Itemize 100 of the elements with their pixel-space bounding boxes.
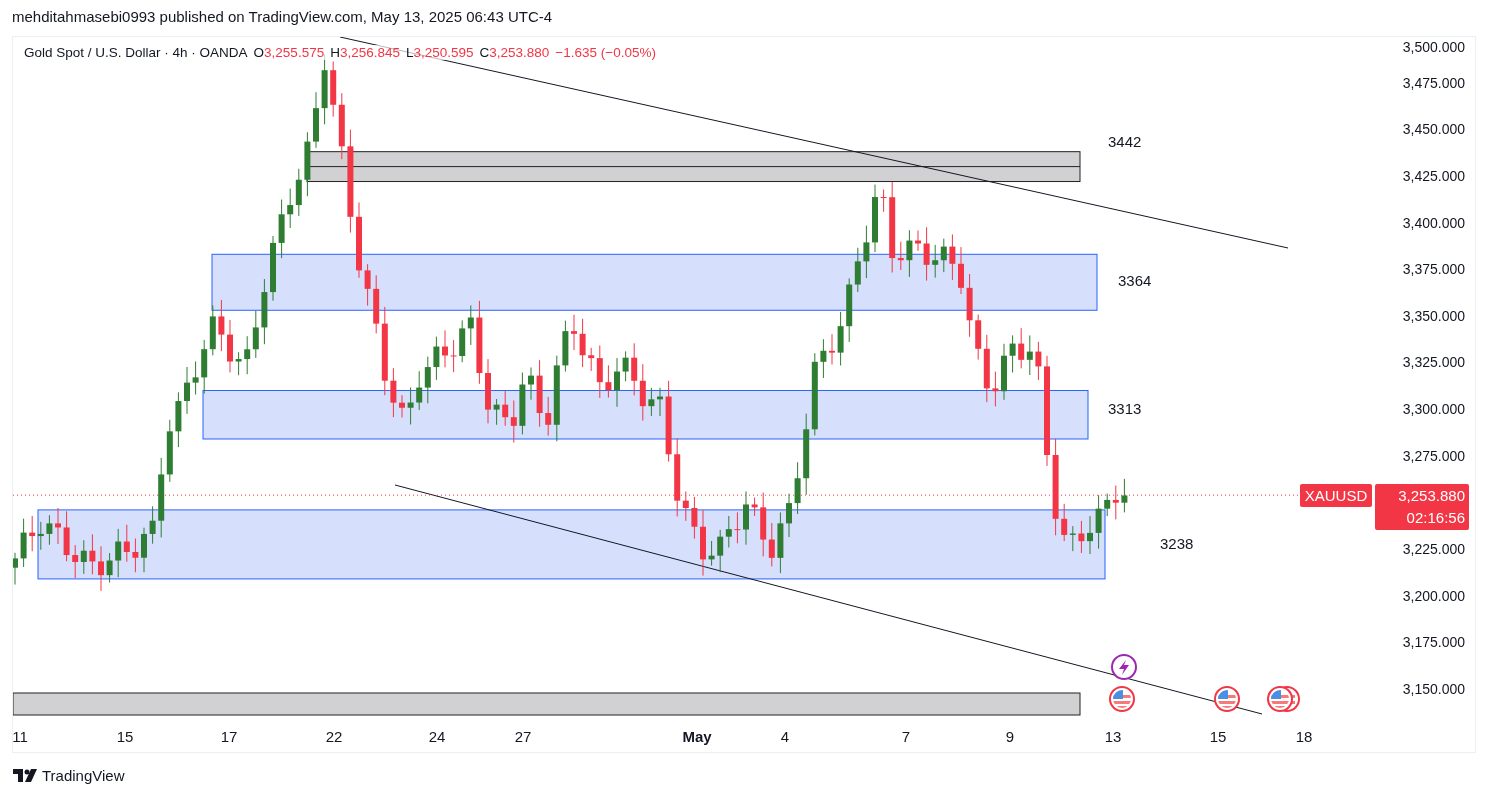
price-axis-label: 3,350.000 bbox=[1402, 307, 1465, 324]
zone-label: 3313 bbox=[1108, 400, 1142, 417]
candle bbox=[794, 461, 801, 515]
candle bbox=[89, 533, 96, 575]
candle bbox=[192, 360, 199, 396]
time-axis-label: 27 bbox=[514, 728, 532, 745]
ohlc-value: L3,250.595 bbox=[405, 45, 474, 60]
candle bbox=[923, 226, 930, 282]
time-axis-label: 7 bbox=[901, 728, 911, 745]
candle bbox=[106, 552, 113, 584]
candle bbox=[493, 398, 500, 426]
candle bbox=[1009, 334, 1016, 374]
candle bbox=[863, 225, 870, 279]
time-axis-label: 15 bbox=[116, 728, 134, 745]
candle bbox=[390, 367, 397, 418]
stacked-flags-icon[interactable] bbox=[1267, 686, 1300, 712]
candle bbox=[536, 359, 543, 428]
candle bbox=[622, 350, 629, 382]
time-axis-label: May bbox=[682, 728, 712, 745]
candle bbox=[98, 545, 104, 592]
candle bbox=[966, 273, 973, 338]
candle bbox=[141, 527, 147, 573]
candle bbox=[915, 230, 921, 252]
zone-label: 3442 bbox=[1108, 133, 1142, 150]
candle bbox=[278, 199, 285, 259]
candle bbox=[691, 496, 698, 540]
candle bbox=[1087, 515, 1093, 555]
candle bbox=[132, 538, 139, 573]
candle bbox=[46, 514, 53, 546]
flag-icon[interactable] bbox=[1214, 686, 1240, 712]
candle bbox=[700, 509, 706, 577]
candle bbox=[648, 387, 655, 417]
candle bbox=[55, 507, 61, 545]
candle bbox=[562, 320, 569, 373]
candle bbox=[235, 351, 242, 376]
lightning-icon[interactable] bbox=[1111, 654, 1137, 680]
candle bbox=[820, 338, 827, 379]
candle bbox=[949, 233, 956, 281]
candle bbox=[571, 314, 577, 351]
ohlc-value: C3,253.880 bbox=[479, 45, 550, 60]
candle bbox=[614, 357, 620, 408]
candle bbox=[958, 246, 964, 295]
price-tag: 3,253.880 02:16:56 bbox=[1375, 484, 1469, 530]
candle bbox=[399, 394, 405, 418]
candle bbox=[579, 318, 586, 368]
price-axis-label: 3,400.000 bbox=[1402, 214, 1465, 231]
price-axis-label: 3,425.000 bbox=[1402, 167, 1465, 184]
candle bbox=[175, 391, 182, 448]
candle bbox=[1095, 494, 1102, 550]
candle bbox=[364, 263, 371, 307]
candle bbox=[218, 299, 225, 352]
price-axis-label: 3,275.000 bbox=[1402, 447, 1465, 464]
candle bbox=[313, 91, 319, 149]
time-axis-label: 4 bbox=[780, 728, 790, 745]
price-axis-label: 3,225.000 bbox=[1402, 541, 1465, 558]
price-axis-label: 3,450.000 bbox=[1402, 121, 1465, 138]
candle bbox=[708, 540, 715, 567]
candle bbox=[149, 505, 156, 545]
price-axis-label: 3,375.000 bbox=[1402, 261, 1465, 278]
time-axis-label: 17 bbox=[220, 728, 238, 745]
flag-icon[interactable] bbox=[1109, 686, 1135, 712]
candle bbox=[829, 333, 835, 365]
publish-info: mehditahmasebi0993 published on TradingView.com, May 13, 2025 06:43 UTC-4 bbox=[11, 7, 554, 27]
symbol-title: Gold Spot / U.S. Dollar · 4h · OANDA bbox=[24, 45, 248, 60]
time-axis-label: 9 bbox=[1005, 728, 1015, 745]
price-axis-label: 3,475.000 bbox=[1402, 74, 1465, 91]
logo-text: TradingView bbox=[42, 767, 125, 784]
candle bbox=[270, 235, 276, 302]
price-axis-label: 3,200.000 bbox=[1402, 587, 1465, 604]
time-axis-label: 11 bbox=[13, 728, 28, 745]
time-axis-label: 18 bbox=[1295, 728, 1313, 745]
candle bbox=[20, 518, 27, 568]
candle bbox=[872, 184, 878, 253]
trend-line[interactable] bbox=[394, 484, 1263, 715]
candle bbox=[734, 511, 741, 544]
candle bbox=[1035, 341, 1042, 381]
candle bbox=[786, 493, 792, 538]
time-axis-label: 22 bbox=[325, 728, 343, 745]
candle bbox=[657, 387, 663, 417]
price-axis-label: 3,300.000 bbox=[1402, 401, 1465, 418]
candle bbox=[751, 497, 758, 517]
candle bbox=[528, 367, 534, 401]
candle bbox=[906, 229, 913, 278]
price-axis-label: 3,150.000 bbox=[1402, 681, 1465, 697]
candle bbox=[777, 511, 784, 574]
trend-line[interactable] bbox=[339, 37, 1289, 249]
candle bbox=[485, 358, 491, 424]
candle bbox=[227, 319, 233, 373]
price-axis-label: 3,500.000 bbox=[1402, 39, 1465, 55]
ohlc-value: H3,256.845 bbox=[330, 45, 400, 60]
price-zone[interactable] bbox=[306, 151, 1081, 182]
candle bbox=[450, 339, 457, 373]
zone-label: 3238 bbox=[1160, 535, 1194, 552]
candle bbox=[407, 386, 414, 425]
candle bbox=[519, 372, 526, 435]
symbol-tag: XAUUSD bbox=[1300, 484, 1372, 507]
logo-icon bbox=[13, 769, 37, 782]
candle bbox=[743, 490, 749, 546]
candle bbox=[304, 131, 311, 197]
candle bbox=[184, 366, 190, 415]
